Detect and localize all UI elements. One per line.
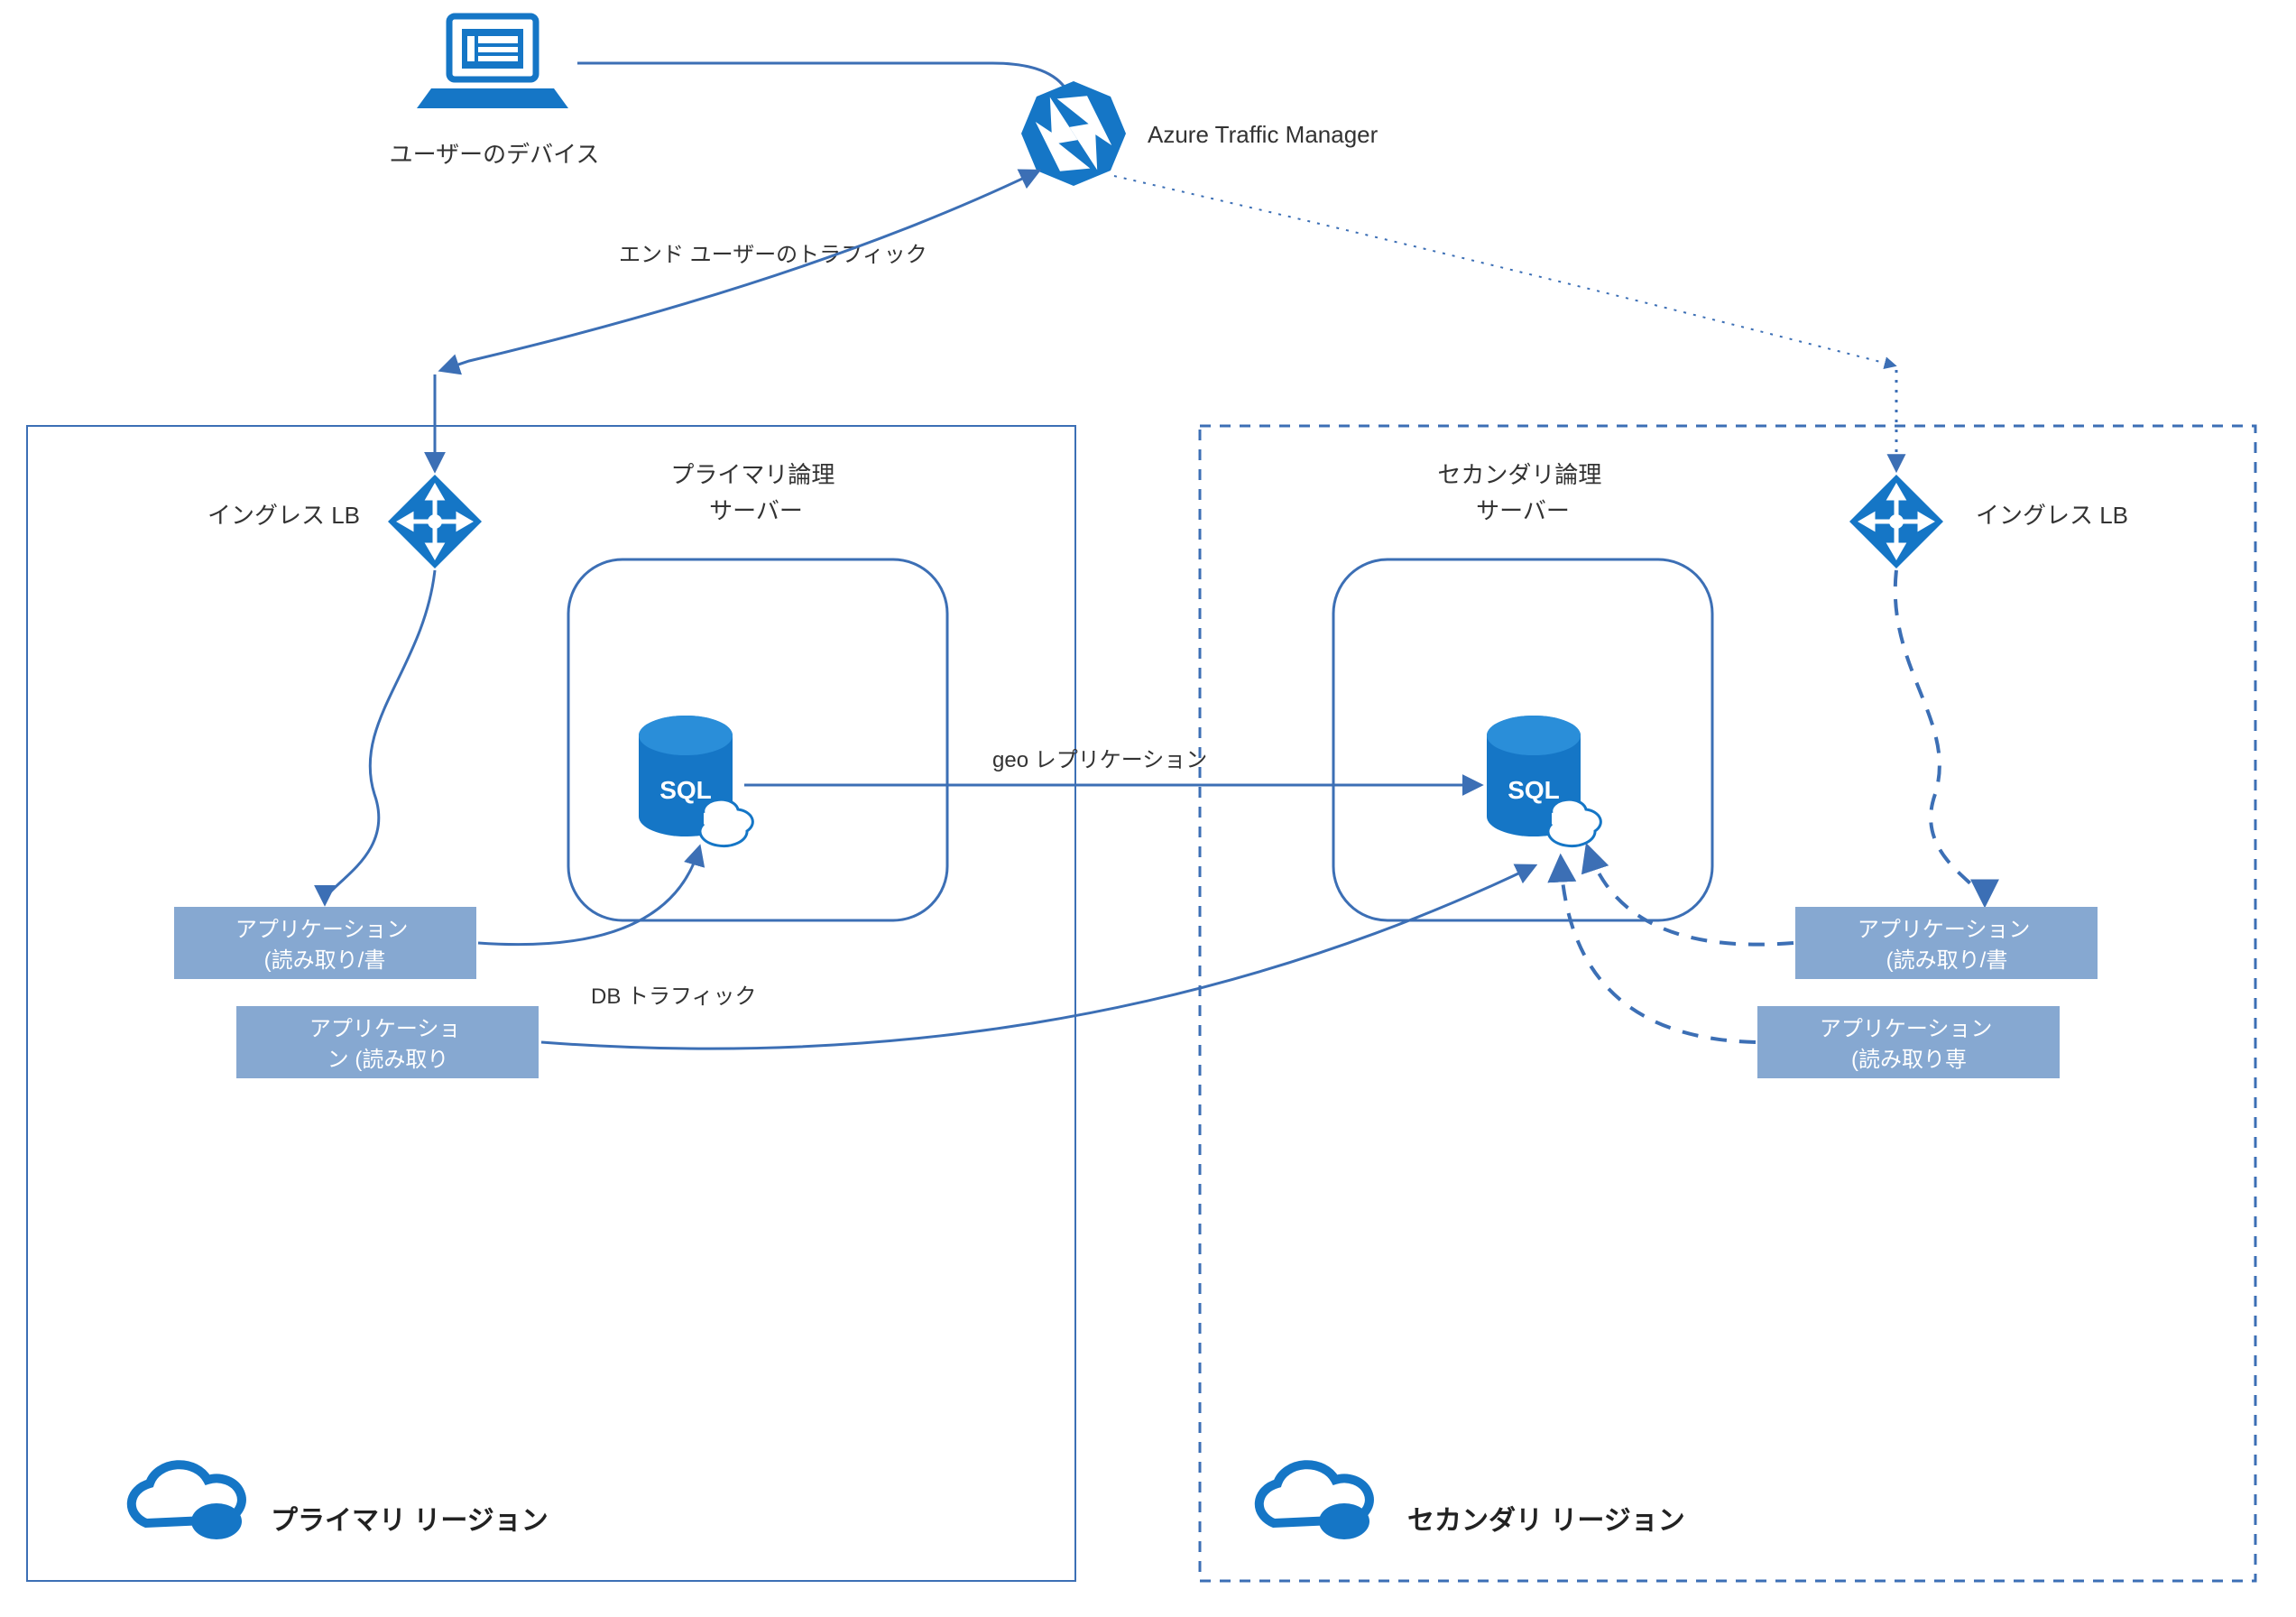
arrow-primary-lb-to-apps	[325, 570, 435, 902]
primary-region-box	[27, 426, 1075, 1581]
secondary-ingress-lb-label: イングレス LB	[1976, 502, 2128, 529]
arrow-primary-apprw-to-sql	[478, 848, 699, 945]
secondary-sql-db-icon: SQL	[1487, 716, 1600, 846]
secondary-region-title: セカンダリ リージョン	[1407, 1505, 1685, 1536]
geo-replication-label: geo レプリケーション	[992, 748, 1207, 772]
user-device-label: ユーザーのデバイス	[390, 141, 600, 168]
secondary-app-rw-box: アプリケーション (読み取り/書	[1795, 907, 2098, 979]
secondary-logical-server-label: セカンダリ論理 サーバー	[1437, 461, 1608, 524]
arrow-secondary-appro-to-sql	[1561, 859, 1756, 1042]
user-device-icon	[417, 16, 568, 108]
arrow-user-to-tm	[577, 63, 1074, 117]
secondary-region-cloud-icon	[1259, 1465, 1369, 1539]
svg-text:SQL: SQL	[1508, 776, 1560, 804]
arrow-primary-appro-to-secondary-sql	[541, 866, 1534, 1049]
primary-app-rw-box: アプリケーション (読み取り/書	[174, 907, 476, 979]
traffic-manager-label: Azure Traffic Manager	[1148, 121, 1379, 148]
arrow-secondary-apprw-to-sql	[1588, 848, 1793, 945]
end-user-traffic-label: エンド ユーザーのトラフィック	[619, 243, 927, 267]
secondary-app-ro-box: アプリケーション (読み取り専	[1757, 1006, 2060, 1078]
primary-logical-server-box	[568, 559, 947, 920]
arrow-tm-to-secondary	[1114, 176, 1895, 365]
primary-app-ro-box: アプリケーショ ン (読み取り	[236, 1006, 539, 1078]
secondary-region-box	[1200, 426, 2255, 1581]
primary-region-cloud-icon	[132, 1465, 242, 1539]
primary-region-title: プライマリ リージョン	[271, 1506, 549, 1536]
primary-ingress-lb-label: イングレス LB	[207, 502, 360, 529]
primary-sql-db-icon: SQL	[639, 716, 752, 846]
arrow-secondary-lb-to-apps	[1895, 570, 1985, 902]
svg-text:SQL: SQL	[659, 776, 712, 804]
traffic-manager-icon	[1021, 81, 1126, 186]
db-traffic-label: DB トラフィック	[591, 984, 757, 1009]
arrow-tm-to-primary	[442, 171, 1037, 370]
primary-logical-server-label: プライマリ論理 サーバー	[670, 461, 841, 524]
secondary-load-balancer-icon	[1849, 475, 1943, 568]
primary-load-balancer-icon	[388, 475, 482, 568]
